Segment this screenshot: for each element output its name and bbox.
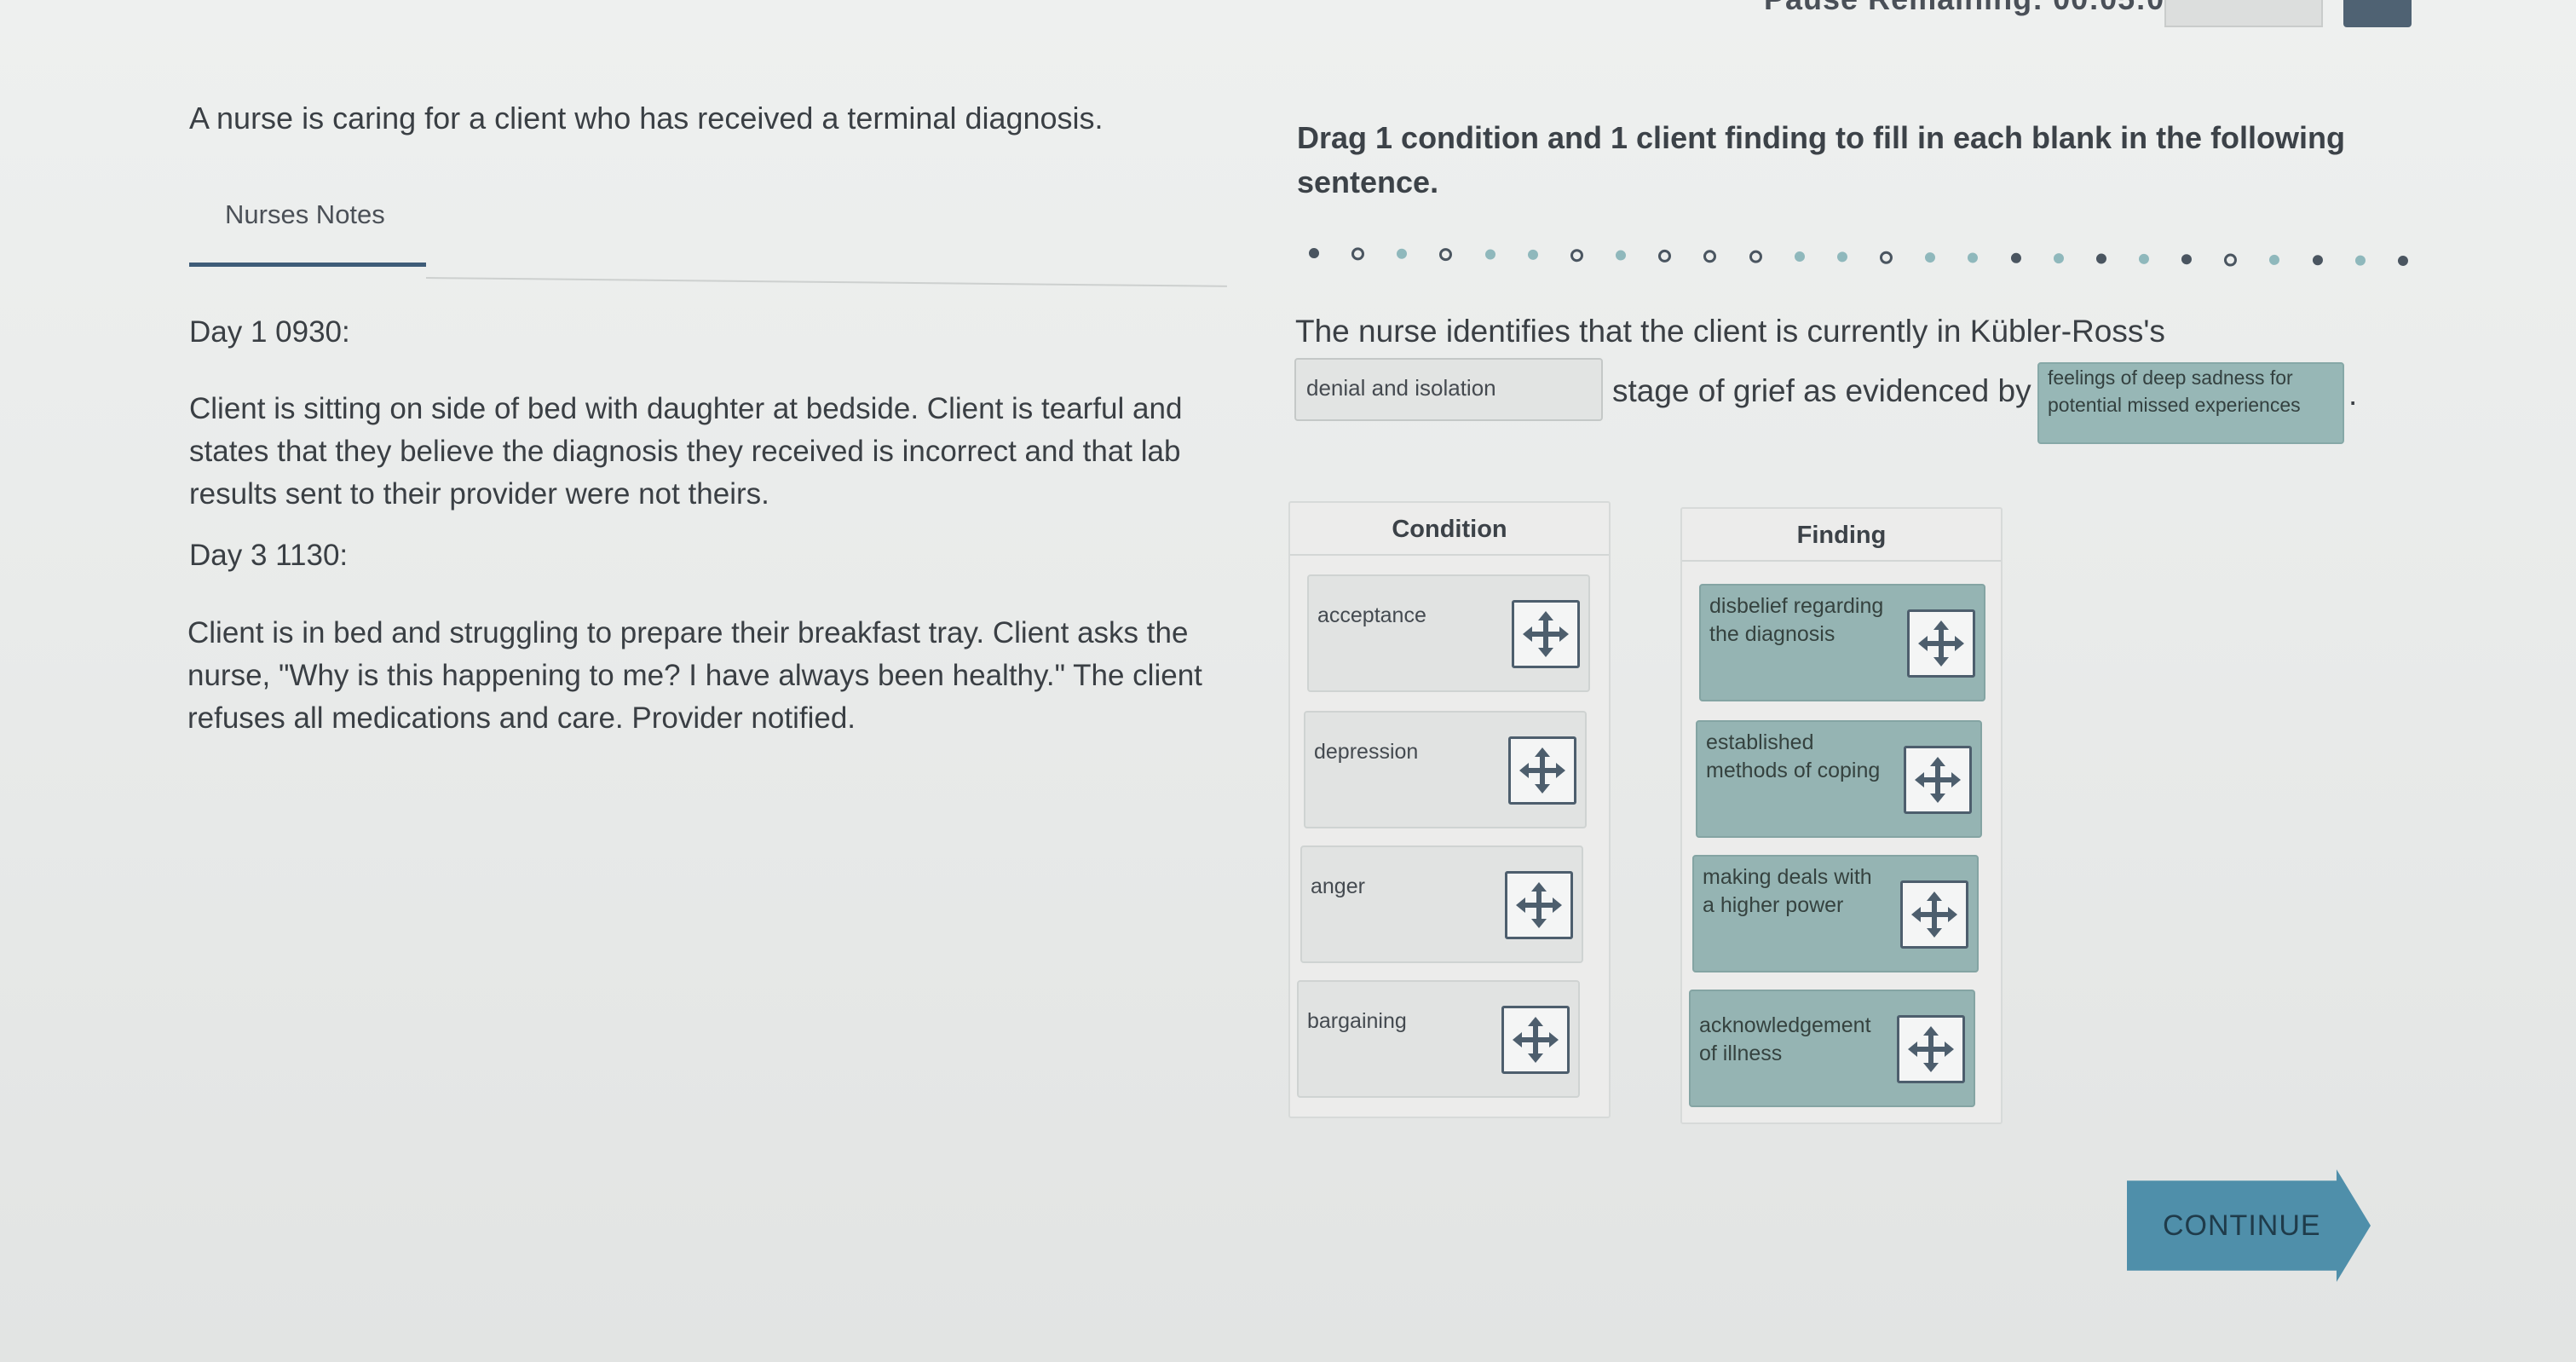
progress-dot-icon (1439, 247, 1453, 261)
progress-dot-icon (2053, 253, 2064, 264)
progress-dot-icon (2224, 253, 2238, 267)
finding-card-label: acknowledgement of illness (1699, 1013, 1871, 1065)
condition-card-anger[interactable]: anger (1300, 845, 1583, 963)
question-instruction: Drag 1 condition and 1 client finding to… (1297, 120, 2346, 199)
scenario-stem: A nurse is caring for a client who has r… (189, 101, 1104, 136)
tab-nurses-notes[interactable]: Nurses Notes (225, 199, 385, 230)
condition-card-bargaining[interactable]: bargaining (1297, 980, 1580, 1098)
note-heading-day1: Day 1 0930: (189, 315, 350, 349)
note-body-day3: Client is in bed and struggling to prepa… (187, 616, 1202, 735)
sentence-end: . (2348, 377, 2358, 412)
calculator-button[interactable] (2343, 0, 2412, 27)
progress-dot-icon (1658, 249, 1672, 263)
finding-card-label: disbelief regarding the diagnosis (1709, 594, 1884, 646)
move-icon[interactable] (1508, 736, 1576, 805)
finding-card-label: making deals with a higher power (1703, 865, 1872, 917)
note-heading-day3: Day 3 1130: (189, 539, 349, 572)
note-body-day1: Client is sitting on side of bed with da… (189, 392, 1183, 511)
progress-dot-icon (1836, 251, 1847, 263)
condition-card-label: anger (1311, 874, 1365, 898)
progress-dot-icon (1570, 248, 1583, 262)
progress-dot-icon (1527, 249, 1538, 260)
finding-card-deals[interactable]: making deals with a higher power (1692, 855, 1979, 972)
condition-column-header: Condition (1290, 503, 1609, 556)
finding-column-header: Finding (1682, 509, 2001, 562)
move-icon[interactable] (1501, 1006, 1570, 1074)
finding-column: Finding disbelief regarding the diagnosi… (1680, 507, 2003, 1124)
move-icon[interactable] (1512, 600, 1580, 668)
move-icon[interactable] (1907, 609, 1975, 678)
progress-dot-icon (1925, 252, 1936, 263)
progress-dot-icon (2269, 254, 2280, 265)
progress-dot-icon (2397, 255, 2408, 267)
progress-dot-icon (2312, 255, 2323, 266)
condition-card-depression[interactable]: depression (1304, 711, 1587, 828)
progress-dot-icon (1397, 248, 1408, 259)
progress-dot-icon (2138, 253, 2149, 264)
progress-dots (1308, 240, 2408, 274)
finding-card-label: established methods of coping (1706, 730, 1881, 782)
finding-card-coping[interactable]: established methods of coping (1696, 720, 1982, 838)
progress-dot-icon (1879, 251, 1893, 264)
continue-button-label: CONTINUE (2163, 1209, 2321, 1242)
pause-timer-label: Pause Remaining: 00:05:00 (1764, 0, 2182, 17)
tab-divider (425, 277, 1227, 287)
progress-dot-icon (1308, 248, 1320, 259)
progress-dot-icon (1616, 250, 1627, 261)
continue-button[interactable]: CONTINUE (2127, 1169, 2371, 1282)
condition-card-acceptance[interactable]: acceptance (1307, 574, 1590, 692)
finding-card-disbelief[interactable]: disbelief regarding the diagnosis (1699, 584, 1985, 701)
progress-dot-icon (1794, 251, 1805, 263)
progress-dot-icon (2010, 252, 2021, 263)
sentence-part-1: The nurse identifies that the client is … (1295, 314, 2165, 349)
progress-dot-icon (2095, 253, 2106, 264)
progress-dot-icon (2181, 254, 2193, 265)
move-icon[interactable] (1897, 1015, 1965, 1083)
finding-drop-zone[interactable]: feelings of deep sadness for potential m… (2037, 362, 2344, 444)
progress-dot-icon (1351, 246, 1365, 260)
condition-drop-zone[interactable]: denial and isolation (1294, 358, 1603, 421)
condition-card-label: acceptance (1317, 603, 1426, 627)
move-icon[interactable] (1505, 871, 1573, 939)
finding-card-acknowledgement[interactable]: acknowledgement of illness (1689, 990, 1975, 1107)
active-tab-indicator (189, 263, 426, 267)
progress-dot-icon (2354, 255, 2366, 266)
condition-card-label: bargaining (1307, 1009, 1407, 1033)
move-icon[interactable] (1900, 880, 1968, 949)
condition-card-label: depression (1314, 740, 1419, 764)
pause-field (2164, 0, 2323, 27)
progress-dot-icon (1749, 250, 1762, 263)
move-icon[interactable] (1904, 746, 1972, 814)
sentence-part-2: stage of grief as evidenced by (1612, 373, 2031, 408)
condition-column: Condition acceptance depression anger ba… (1288, 501, 1611, 1118)
progress-dot-icon (1968, 252, 1979, 263)
progress-dot-icon (1703, 249, 1717, 263)
progress-dot-icon (1484, 249, 1495, 260)
